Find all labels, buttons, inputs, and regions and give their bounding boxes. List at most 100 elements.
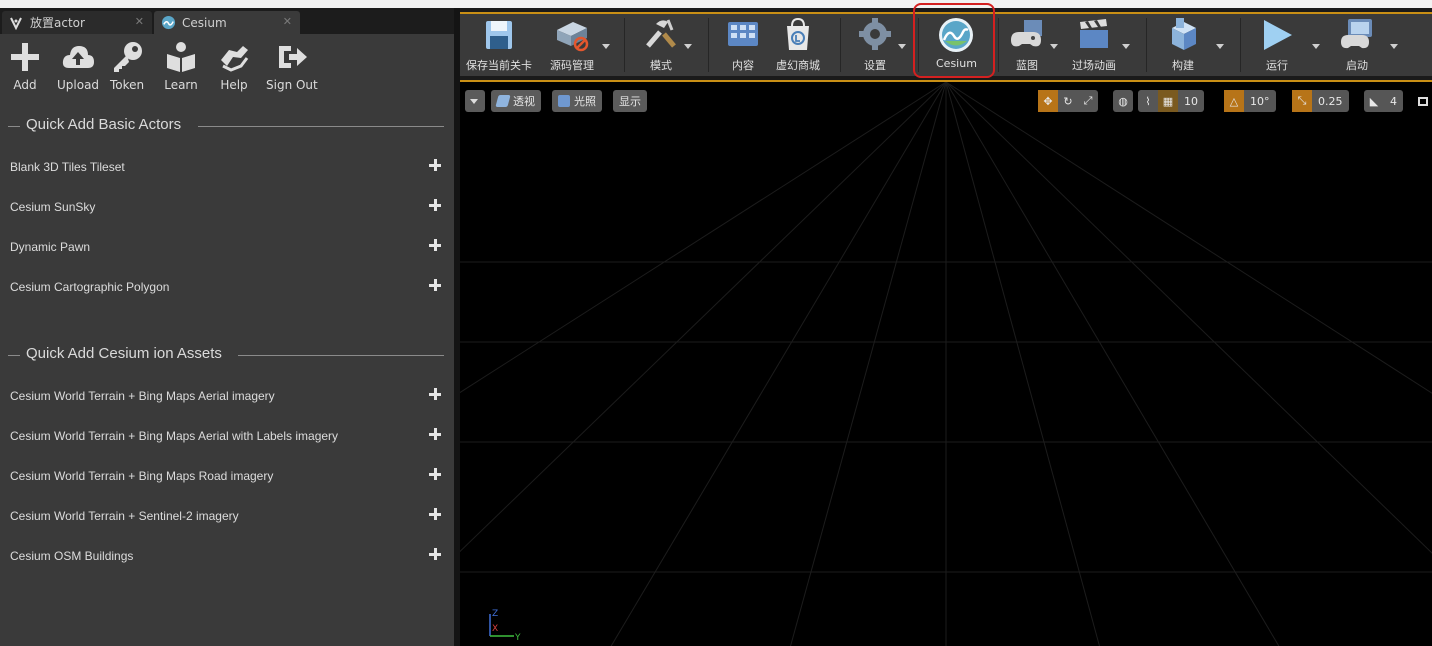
rotation-snap-icon[interactable]: △	[1224, 90, 1244, 112]
hands-help-icon	[221, 46, 249, 72]
list-item[interactable]: Cesium World Terrain + Bing Maps Road im…	[0, 457, 454, 497]
section-header-ion-assets[interactable]: Quick Add Cesium ion Assets	[0, 345, 454, 365]
add-icon[interactable]	[428, 278, 442, 292]
tab-cesium[interactable]: Cesium ✕	[154, 11, 300, 34]
cesium-button-highlight	[913, 3, 995, 78]
source-control-button[interactable]: 源码管理	[550, 16, 594, 74]
cesium-panel: 放置actor ✕ Cesium ✕ Add Upload Token Lear…	[0, 8, 454, 646]
separator	[624, 18, 625, 72]
blueprint-label: 蓝图	[1016, 59, 1038, 72]
chevron-down-icon[interactable]	[1050, 44, 1058, 49]
viewport-options-button[interactable]	[465, 90, 485, 112]
perspective-icon	[495, 95, 511, 107]
add-icon[interactable]	[428, 547, 442, 561]
lighting-button[interactable]: 光照	[552, 90, 602, 112]
scale-snap-icon[interactable]: ⤡	[1292, 90, 1312, 112]
upload-label: Upload	[57, 78, 100, 92]
list-item[interactable]: Cesium World Terrain + Bing Maps Aerial …	[0, 377, 454, 417]
add-icon[interactable]	[428, 198, 442, 212]
close-icon[interactable]: ✕	[283, 15, 292, 28]
token-button[interactable]: Token	[110, 40, 144, 92]
list-item[interactable]: Dynamic Pawn	[0, 228, 454, 268]
chevron-down-icon[interactable]	[684, 44, 692, 49]
separator	[708, 18, 709, 72]
settings-button[interactable]: 设置	[856, 16, 894, 74]
marketplace-button[interactable]: 虚幻商城	[776, 16, 820, 74]
lighting-label: 光照	[574, 95, 596, 108]
cesium-toolbar: Add Upload Token Learn Help Sign Out	[0, 34, 454, 104]
show-button[interactable]: 显示	[613, 90, 647, 112]
add-icon[interactable]	[428, 427, 442, 441]
view-mode-button[interactable]: 透视	[491, 90, 541, 112]
list-item[interactable]: Cesium Cartographic Polygon	[0, 268, 454, 308]
translate-icon[interactable]: ✥	[1038, 90, 1058, 112]
axis-z-label: Z	[492, 609, 498, 619]
build-label: 构建	[1172, 59, 1194, 72]
chevron-down-icon[interactable]	[1312, 44, 1320, 49]
play-button[interactable]: 运行	[1258, 16, 1296, 74]
cinematics-button[interactable]: 过场动画	[1072, 16, 1116, 74]
chevron-down-icon[interactable]	[1216, 44, 1224, 49]
section-header-basic-actors[interactable]: Quick Add Basic Actors	[0, 116, 454, 136]
item-label: Cesium World Terrain + Bing Maps Aerial …	[10, 429, 339, 443]
add-icon[interactable]	[428, 158, 442, 172]
blueprint-button[interactable]: 蓝图	[1008, 16, 1046, 74]
window-title-strip	[0, 0, 1432, 8]
item-label: Dynamic Pawn	[10, 240, 91, 254]
upload-button[interactable]: Upload	[57, 40, 99, 92]
learn-button[interactable]: Learn	[164, 40, 198, 92]
plus-icon	[11, 43, 39, 71]
add-icon[interactable]	[428, 507, 442, 521]
source-control-icon	[557, 22, 589, 52]
tab-place-actor[interactable]: 放置actor ✕	[2, 11, 152, 34]
add-button[interactable]: Add	[8, 40, 42, 92]
cinematics-label: 过场动画	[1072, 59, 1116, 72]
scale-snap-group: ⤡ 0.25	[1292, 90, 1349, 112]
chevron-down-icon[interactable]	[898, 44, 906, 49]
world-local-toggle: ◍	[1113, 90, 1133, 112]
show-label: 显示	[619, 95, 641, 108]
section-title: Quick Add Cesium ion Assets	[26, 345, 222, 362]
level-viewport[interactable]: 透视 光照 显示 ✥ ↻ ⤢ ◍ ⌇ ▦ 10 △ 10° ⤡ 0.25 ◣ 4…	[460, 80, 1432, 646]
list-item[interactable]: Cesium SunSky	[0, 188, 454, 228]
scale-icon[interactable]: ⤢	[1078, 90, 1098, 112]
launch-button[interactable]: 启动	[1338, 16, 1376, 74]
separator	[840, 18, 841, 72]
build-button[interactable]: 构建	[1164, 16, 1202, 74]
surface-snap-icon[interactable]: ⌇	[1138, 90, 1158, 112]
rotation-snap-value[interactable]: 10°	[1244, 95, 1276, 108]
blueprint-icon	[1011, 20, 1042, 47]
list-item[interactable]: Cesium OSM Buildings	[0, 537, 454, 577]
axis-gizmo: Z X Y	[489, 609, 521, 643]
list-item[interactable]: Cesium World Terrain + Sentinel-2 imager…	[0, 497, 454, 537]
grid-snap-icon[interactable]: ▦	[1158, 90, 1178, 112]
item-label: Cesium World Terrain + Sentinel-2 imager…	[10, 509, 239, 523]
maximize-viewport-button[interactable]	[1418, 90, 1432, 112]
cloud-upload-icon	[62, 46, 95, 68]
save-button[interactable]: 保存当前关卡	[466, 16, 532, 74]
camera-speed-value[interactable]: 4	[1384, 95, 1403, 108]
help-button[interactable]: Help	[217, 40, 251, 92]
section-title: Quick Add Basic Actors	[26, 116, 182, 133]
camera-icon[interactable]: ◣	[1364, 90, 1384, 112]
list-item[interactable]: Cesium World Terrain + Bing Maps Aerial …	[0, 417, 454, 457]
list-item[interactable]: Blank 3D Tiles Tileset	[0, 148, 454, 188]
help-label: Help	[220, 78, 248, 92]
chevron-down-icon[interactable]	[1122, 44, 1130, 49]
rotate-icon[interactable]: ↻	[1058, 90, 1078, 112]
viewport-toolbar: 透视 光照 显示 ✥ ↻ ⤢ ◍ ⌇ ▦ 10 △ 10° ⤡ 0.25 ◣ 4	[460, 88, 1432, 112]
content-button[interactable]: 内容	[724, 16, 762, 74]
add-icon[interactable]	[428, 387, 442, 401]
grid-snap-value[interactable]: 10	[1178, 95, 1204, 108]
close-icon[interactable]: ✕	[135, 15, 144, 28]
modes-button[interactable]: 模式	[642, 16, 680, 74]
add-icon[interactable]	[428, 238, 442, 252]
globe-icon[interactable]: ◍	[1113, 90, 1133, 112]
marketplace-label: 虚幻商城	[776, 59, 820, 72]
add-label: Add	[13, 78, 37, 92]
sign-out-button[interactable]: Sign Out	[266, 40, 318, 92]
scale-snap-value[interactable]: 0.25	[1312, 95, 1349, 108]
chevron-down-icon[interactable]	[1390, 44, 1398, 49]
chevron-down-icon[interactable]	[602, 44, 610, 49]
add-icon[interactable]	[428, 467, 442, 481]
